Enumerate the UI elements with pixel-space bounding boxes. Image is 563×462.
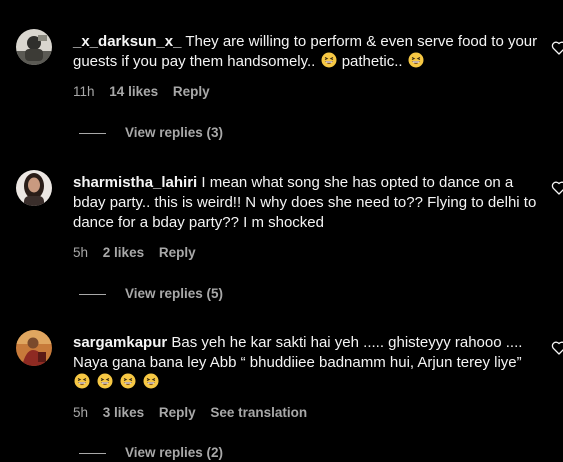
avatar[interactable] (16, 170, 52, 206)
grinning-squinting-face-emoji (97, 373, 113, 389)
comment-username[interactable]: sharmistha_lahiri (73, 174, 197, 191)
grinning-squinting-face-emoji (143, 373, 159, 389)
comment-meta: 5h 3 likes Reply See translation (73, 404, 318, 422)
view-replies-button[interactable]: View replies (5) (79, 285, 223, 303)
comment-time: 11h (73, 84, 95, 99)
reply-button[interactable]: Reply (159, 405, 196, 420)
comment-time: 5h (73, 245, 89, 260)
likes-count[interactable]: 3 likes (103, 405, 144, 420)
grinning-squinting-face-emoji (74, 373, 90, 389)
comment-body: _x_darksun_x_ They are willing to perfor… (73, 32, 543, 72)
comment-meta: 5h 2 likes Reply (73, 244, 207, 262)
avatar[interactable] (16, 29, 52, 65)
comment-time: 5h (73, 405, 89, 420)
view-replies-label: View replies (2) (125, 445, 224, 460)
comment-text-tail: pathetic.. (341, 53, 403, 70)
view-replies-label: View replies (5) (125, 286, 224, 301)
avatar[interactable] (16, 330, 52, 366)
comment-meta: 11h 14 likes Reply (73, 83, 221, 101)
likes-count[interactable]: 2 likes (103, 245, 144, 260)
reply-button[interactable]: Reply (173, 84, 210, 99)
divider-line (79, 132, 106, 134)
grinning-squinting-face-emoji (321, 52, 337, 68)
heart-outline-icon[interactable] (551, 340, 563, 356)
comment-username[interactable]: _x_darksun_x_ (73, 33, 181, 50)
comment-body: sharmistha_lahiri I mean what song she h… (73, 173, 543, 233)
likes-count[interactable]: 14 likes (109, 84, 158, 99)
view-replies-button[interactable]: View replies (2) (79, 444, 223, 462)
view-replies-button[interactable]: View replies (3) (79, 124, 223, 142)
divider-line (79, 452, 106, 454)
grinning-squinting-face-emoji (408, 52, 424, 68)
heart-outline-icon[interactable] (551, 180, 563, 196)
comment-username[interactable]: sargamkapur (73, 334, 167, 351)
heart-outline-icon[interactable] (551, 40, 563, 56)
grinning-squinting-face-emoji (120, 373, 136, 389)
see-translation-button[interactable]: See translation (210, 405, 307, 420)
divider-line (79, 293, 106, 295)
view-replies-label: View replies (3) (125, 125, 224, 140)
comment-body: sargamkapur Bas yeh he kar sakti hai yeh… (73, 333, 543, 393)
reply-button[interactable]: Reply (159, 245, 196, 260)
